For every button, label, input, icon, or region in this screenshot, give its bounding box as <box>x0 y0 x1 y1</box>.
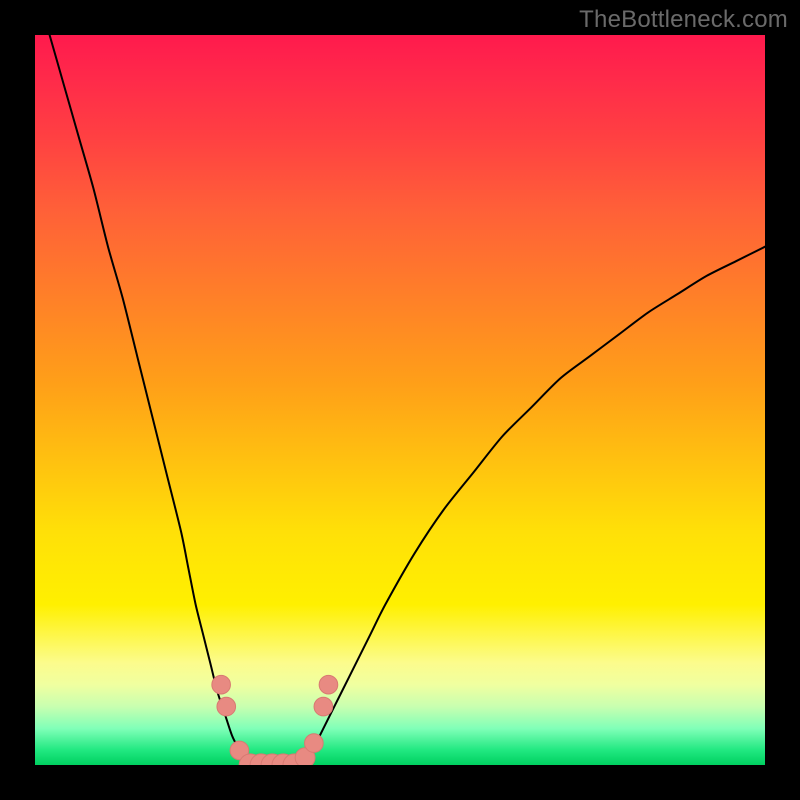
data-marker <box>319 675 338 694</box>
plot-area <box>35 35 765 765</box>
data-markers <box>212 675 338 765</box>
bottleneck-curve <box>50 35 765 765</box>
chart-frame: TheBottleneck.com <box>0 0 800 800</box>
data-marker <box>305 734 324 753</box>
data-marker <box>212 675 231 694</box>
data-marker <box>217 697 236 716</box>
chart-svg <box>35 35 765 765</box>
curve-path <box>50 35 765 765</box>
data-marker <box>314 697 333 716</box>
watermark-text: TheBottleneck.com <box>579 6 788 34</box>
